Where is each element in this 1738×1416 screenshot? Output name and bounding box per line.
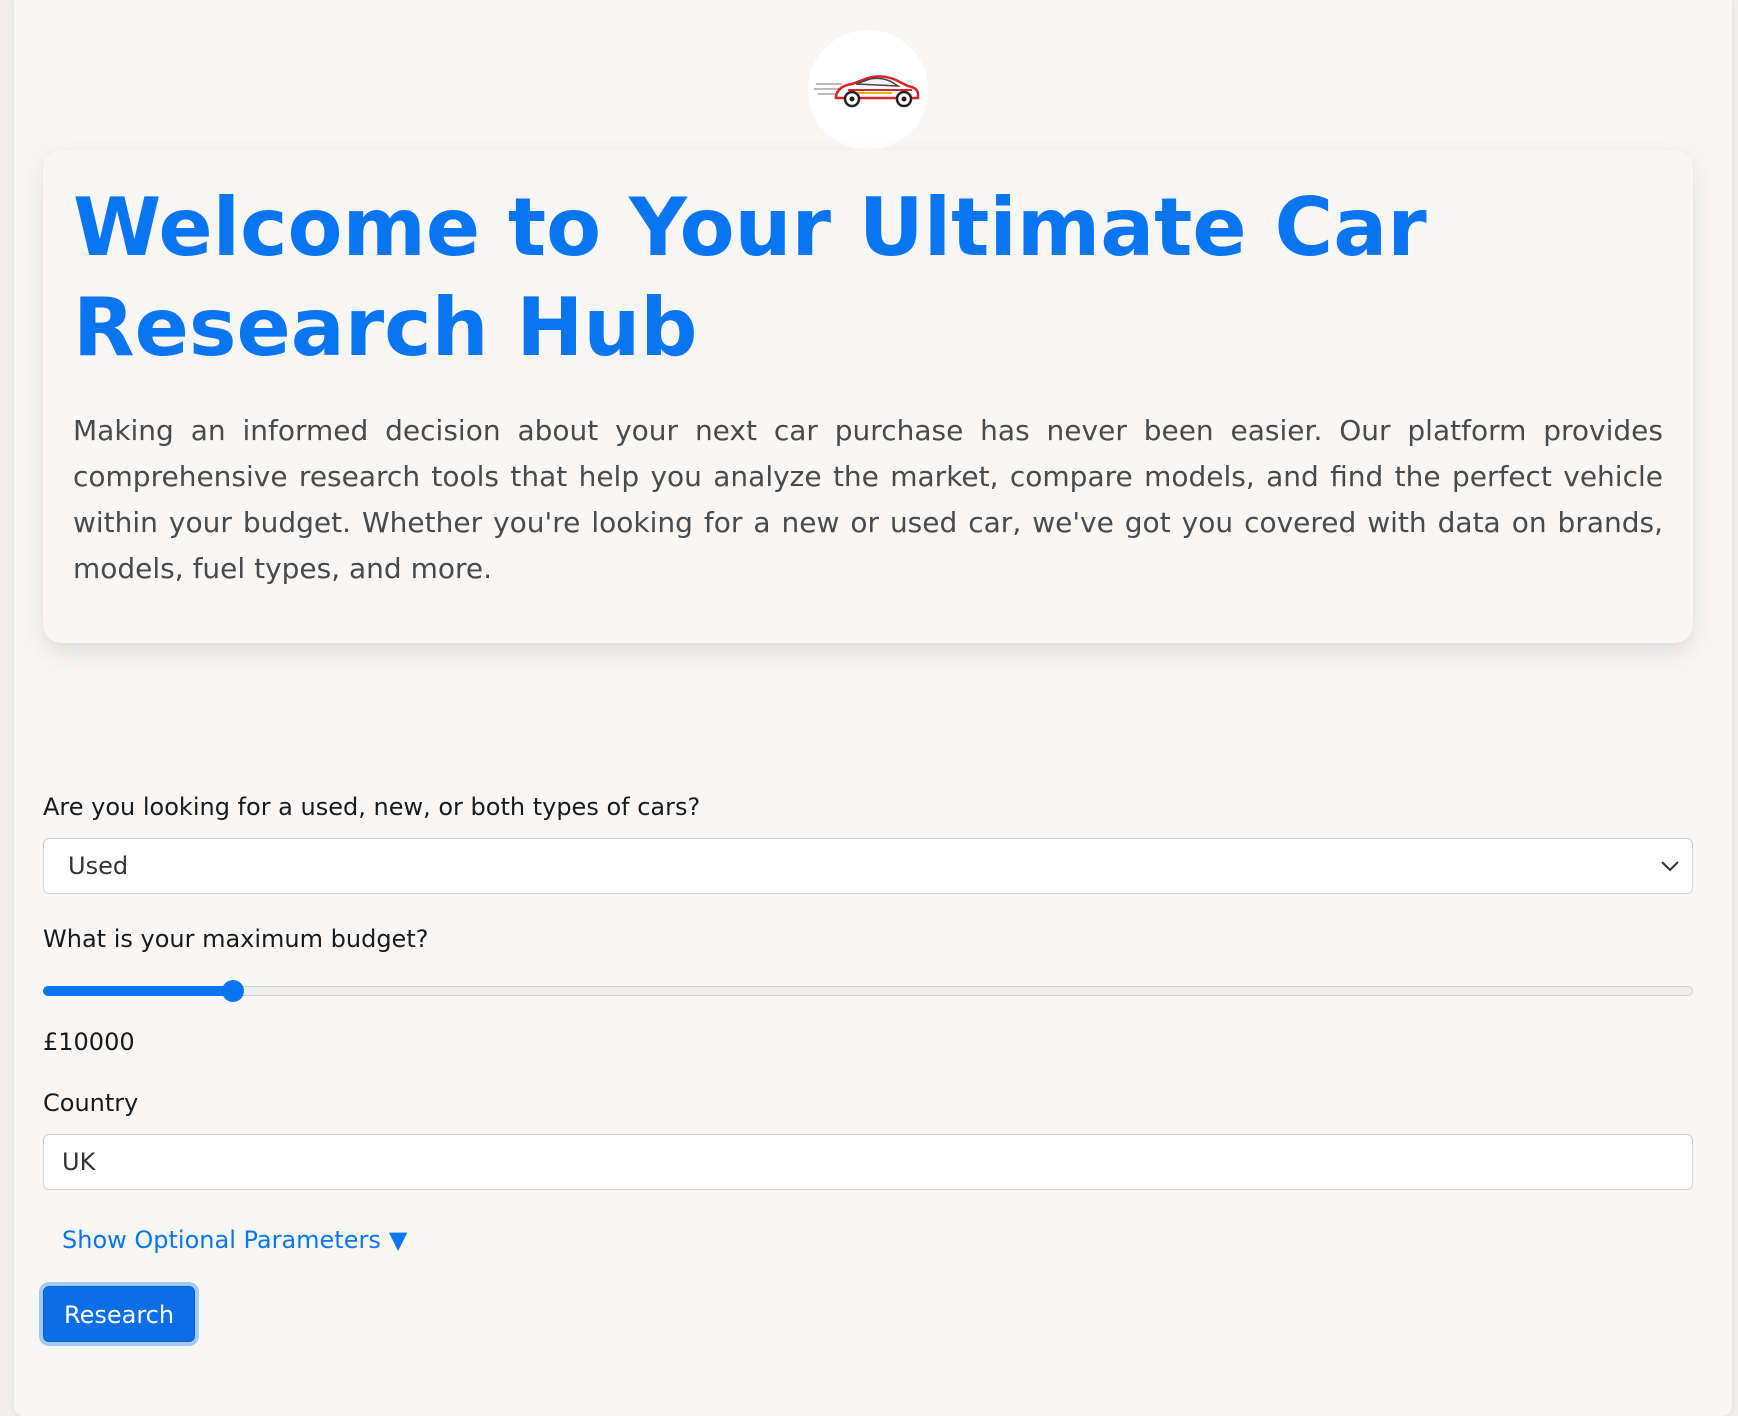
budget-slider[interactable]	[43, 980, 1693, 1002]
budget-value: £10000	[43, 1028, 135, 1056]
country-label: Country	[43, 1089, 139, 1117]
page-title: Welcome to Your Ultimate Car Research Hu…	[73, 181, 1427, 374]
car-type-select[interactable]: Used	[43, 838, 1693, 894]
slider-track	[43, 986, 1693, 996]
car-logo	[808, 30, 928, 150]
research-button[interactable]: Research	[43, 1286, 196, 1342]
hero-description: Making an informed decision about your n…	[73, 414, 1663, 585]
country-input[interactable]: UK	[43, 1134, 1693, 1190]
toggle-label: Show Optional Parameters	[62, 1226, 381, 1254]
car-type-value: Used	[68, 852, 129, 880]
research-form: Are you looking for a used, new, or both…	[43, 790, 1693, 1342]
triangle-down-icon: ▼	[388, 1226, 408, 1254]
car-logo-icon	[814, 75, 920, 108]
slider-thumb[interactable]	[221, 980, 244, 1002]
budget-label: What is your maximum budget?	[43, 925, 429, 953]
country-value: UK	[62, 1148, 96, 1176]
chevron-down-icon	[1661, 861, 1679, 872]
car-type-label: Are you looking for a used, new, or both…	[43, 793, 701, 821]
hero-card: Welcome to Your Ultimate Car Research Hu…	[43, 150, 1693, 643]
slider-fill	[43, 986, 233, 996]
show-optional-parameters-toggle[interactable]: Show Optional Parameters ▼	[62, 1224, 407, 1256]
page: Welcome to Your Ultimate Car Research Hu…	[14, 0, 1732, 1416]
